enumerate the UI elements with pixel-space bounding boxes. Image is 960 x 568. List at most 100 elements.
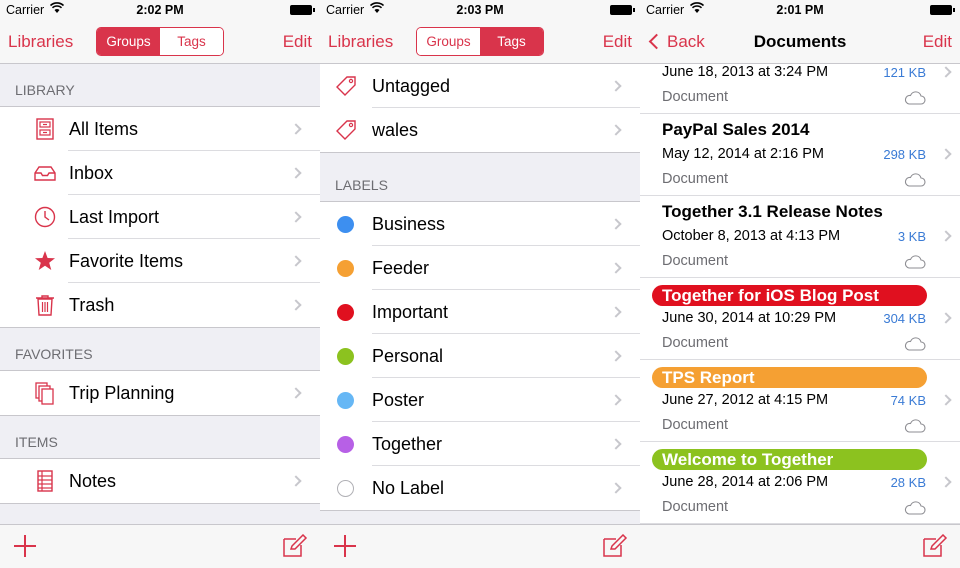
chevron-right-icon: [940, 312, 952, 324]
document-row[interactable]: TPS Report June 27, 2012 at 4:15 PM 74 KB D…: [640, 360, 960, 442]
chevron-right-icon: [940, 230, 952, 242]
compose-icon[interactable]: [602, 534, 628, 558]
documents-list[interactable]: June 18, 2013 at 3:24 PM 121 KB Document Pa…: [640, 52, 960, 524]
nav-bar: Back Documents Edit: [640, 20, 960, 64]
document-date: May 12, 2014 at 2:16 PM: [662, 146, 825, 162]
chevron-right-icon: [290, 167, 302, 179]
chevron-right-icon: [940, 148, 952, 160]
list-item-favorite-items[interactable]: Favorite Items: [0, 239, 320, 283]
document-row[interactable]: Together 3.1 Release Notes October 8, 201…: [640, 196, 960, 278]
chevron-right-icon: [940, 476, 952, 488]
notes-icon: [33, 469, 57, 493]
tags-panel: Carrier 2:03 PM Libraries Groups Tags Ed…: [320, 0, 640, 568]
list-item-last-import[interactable]: Last Import: [0, 195, 320, 239]
chevron-right-icon: [290, 211, 302, 223]
document-title: TPS Report: [652, 367, 927, 388]
list-item-label[interactable]: Business: [320, 202, 640, 246]
chevron-right-icon: [290, 475, 302, 487]
groups-list[interactable]: LIBRARY All Items Inbox Last Import Favo…: [0, 64, 320, 524]
document-date: June 28, 2014 at 2:06 PM: [662, 474, 829, 490]
document-size: 298 KB: [883, 147, 926, 162]
label-color-dot: [337, 303, 354, 321]
list-item-label[interactable]: Poster: [320, 378, 640, 422]
document-row[interactable]: PayPal Sales 2014 May 12, 2014 at 2:16 PM…: [640, 114, 960, 196]
compose-icon[interactable]: [922, 534, 948, 558]
status-bar: Carrier 2:01 PM: [640, 0, 960, 20]
chevron-right-icon: [610, 80, 622, 92]
list-item-notes[interactable]: Notes: [0, 459, 320, 503]
list-item-trip-planning[interactable]: Trip Planning: [0, 371, 320, 415]
document-title: Together 3.1 Release Notes: [662, 202, 883, 221]
document-kind: Document: [662, 335, 729, 351]
libraries-button[interactable]: Libraries: [8, 32, 73, 52]
label-color-dot: [337, 215, 354, 233]
cloud-icon: [904, 255, 926, 269]
chevron-right-icon: [610, 438, 622, 450]
chevron-right-icon: [610, 306, 622, 318]
document-size: 121 KB: [883, 65, 926, 80]
cloud-icon: [904, 419, 926, 433]
document-row[interactable]: Together for iOS Blog Post June 30, 2014 …: [640, 278, 960, 360]
chevron-right-icon: [940, 66, 952, 78]
tags-list[interactable]: Untagged wales LABELS Business Feeder Impo…: [320, 64, 640, 524]
cloud-icon: [904, 337, 926, 351]
edit-button[interactable]: Edit: [283, 32, 312, 52]
label-color-dot: [337, 347, 354, 365]
document-size: 3 KB: [897, 229, 926, 244]
document-kind: Document: [662, 253, 729, 269]
bottom-toolbar: [0, 524, 320, 568]
documents-icon: [33, 381, 57, 405]
list-item-label[interactable]: Important: [320, 290, 640, 334]
list-item-inbox[interactable]: Inbox: [0, 151, 320, 195]
battery-icon: [930, 5, 955, 15]
chevron-right-icon: [610, 350, 622, 362]
chevron-right-icon: [610, 124, 622, 136]
list-item-label[interactable]: Feeder: [320, 246, 640, 290]
edit-button[interactable]: Edit: [923, 32, 952, 52]
chevron-right-icon: [610, 482, 622, 494]
edit-button[interactable]: Edit: [603, 32, 632, 52]
document-date: June 18, 2013 at 3:24 PM: [662, 64, 829, 80]
label-color-dot: [337, 391, 354, 409]
document-size: 28 KB: [890, 475, 926, 490]
segment-tags[interactable]: Tags: [160, 28, 223, 55]
list-item-untagged[interactable]: Untagged: [320, 64, 640, 108]
chevron-right-icon: [610, 262, 622, 274]
nav-bar: Libraries Groups Tags Edit: [320, 20, 640, 64]
add-icon[interactable]: [334, 535, 356, 557]
clock: 2:02 PM: [136, 3, 184, 17]
section-header-library: LIBRARY: [15, 82, 75, 98]
add-icon[interactable]: [14, 535, 36, 557]
page-title: Documents: [753, 32, 847, 51]
segment-groups[interactable]: Groups: [97, 28, 160, 55]
document-kind: Document: [662, 89, 729, 105]
trash-icon: [33, 293, 57, 317]
document-date: June 27, 2012 at 4:15 PM: [662, 392, 829, 408]
compose-icon[interactable]: [282, 534, 308, 558]
chevron-right-icon: [290, 255, 302, 267]
list-item-label[interactable]: No Label: [320, 466, 640, 510]
document-row[interactable]: Welcome to Together June 28, 2014 at 2:06…: [640, 442, 960, 524]
document-kind: Document: [662, 171, 729, 187]
document-kind: Document: [662, 499, 729, 515]
chevron-right-icon: [610, 394, 622, 406]
document-date: June 30, 2014 at 10:29 PM: [662, 310, 837, 326]
list-item-label[interactable]: Personal: [320, 334, 640, 378]
battery-icon: [610, 5, 635, 15]
star-icon: [33, 249, 57, 273]
section-header-labels: LABELS: [335, 177, 388, 193]
document-date: October 8, 2013 at 4:13 PM: [662, 228, 841, 244]
list-item-all-items[interactable]: All Items: [0, 107, 320, 151]
groups-tags-segmented-control: Groups Tags: [416, 27, 544, 56]
cloud-icon: [904, 91, 926, 105]
list-item-trash[interactable]: Trash: [0, 283, 320, 327]
chevron-right-icon: [290, 299, 302, 311]
segment-tags[interactable]: Tags: [480, 28, 543, 55]
list-item-wales[interactable]: wales: [320, 108, 640, 152]
battery-icon: [290, 5, 315, 15]
label-color-dot: [337, 479, 354, 497]
list-item-label[interactable]: Together: [320, 422, 640, 466]
documents-panel: Carrier 2:01 PM Back Documents Edit June…: [640, 0, 960, 568]
libraries-button[interactable]: Libraries: [328, 32, 393, 52]
segment-groups[interactable]: Groups: [417, 28, 480, 55]
